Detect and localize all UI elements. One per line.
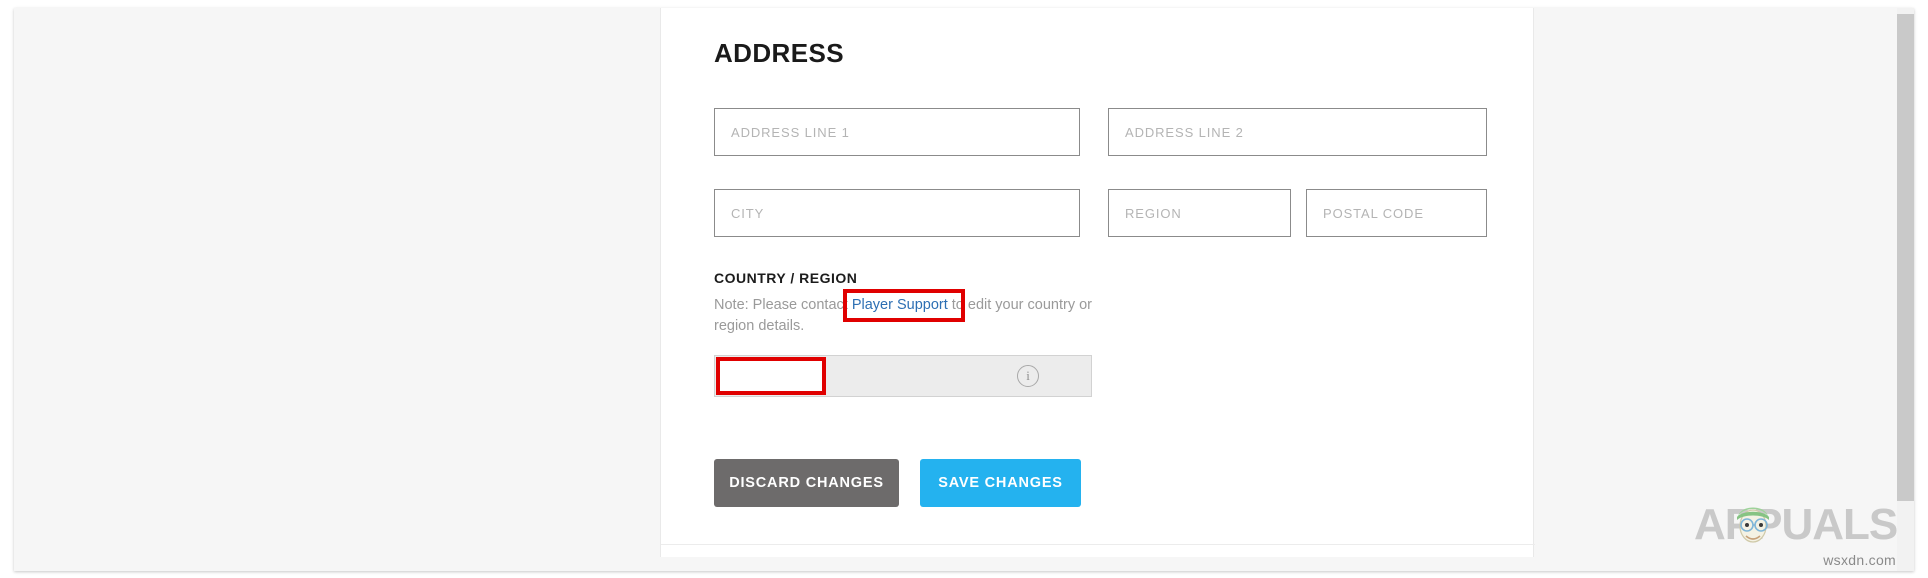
- watermark-brand-text: APPUALS: [1694, 500, 1898, 549]
- appuals-watermark: APPUALS: [1694, 496, 1898, 552]
- address-settings-card: ADDRESS ADDRESS LINE 1 ADDRESS LINE 2 CI…: [660, 8, 1535, 557]
- country-region-note: Note: Please contact Player Support to e…: [714, 295, 1106, 337]
- region-input[interactable]: REGION: [1108, 189, 1291, 237]
- address-line-2-placeholder: ADDRESS LINE 2: [1125, 124, 1244, 140]
- address-line-1-placeholder: ADDRESS LINE 1: [731, 124, 850, 140]
- player-support-link[interactable]: Player Support: [852, 297, 948, 313]
- vertical-scrollbar-track[interactable]: [1897, 8, 1914, 571]
- save-changes-button[interactable]: SAVE CHANGES: [920, 459, 1081, 507]
- region-placeholder: REGION: [1125, 205, 1182, 221]
- address-line-2-input[interactable]: ADDRESS LINE 2: [1108, 108, 1487, 156]
- source-watermark: wsxdn.com: [1823, 552, 1896, 568]
- address-line-1-input[interactable]: ADDRESS LINE 1: [714, 108, 1080, 156]
- country-region-heading: COUNTRY / REGION: [714, 270, 858, 286]
- app-page-background: ADDRESS ADDRESS LINE 1 ADDRESS LINE 2 CI…: [14, 8, 1914, 571]
- postal-code-input[interactable]: POSTAL CODE: [1306, 189, 1487, 237]
- vertical-scrollbar-thumb[interactable]: [1897, 14, 1914, 501]
- postal-code-placeholder: POSTAL CODE: [1323, 205, 1424, 221]
- city-input[interactable]: CITY: [714, 189, 1080, 237]
- appuals-mascot-icon: [1737, 507, 1769, 543]
- discard-changes-button[interactable]: DISCARD CHANGES: [714, 459, 899, 507]
- card-divider: [661, 544, 1535, 545]
- note-prefix-text: Note: Please contact: [714, 297, 852, 313]
- country-region-select: i: [714, 355, 1092, 397]
- page-title: ADDRESS: [714, 38, 844, 68]
- info-icon[interactable]: i: [1017, 365, 1039, 387]
- city-placeholder: CITY: [731, 205, 765, 221]
